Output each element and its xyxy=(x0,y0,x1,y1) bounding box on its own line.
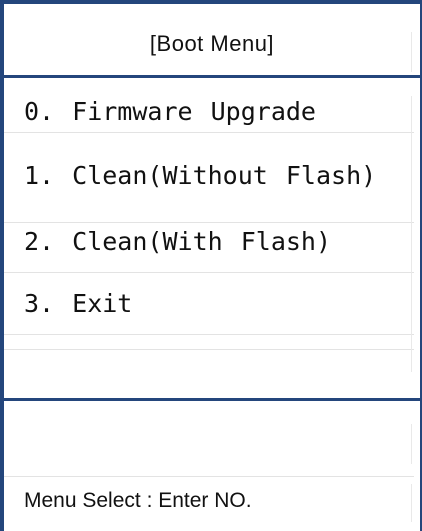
footer-row-divider xyxy=(4,476,414,477)
menu-item-clean-without-flash[interactable]: 1. Clean(Without Flash) xyxy=(24,156,376,196)
row-divider xyxy=(4,349,414,350)
column-line xyxy=(411,484,412,522)
menu-item-clean-with-flash[interactable]: 2. Clean(With Flash) xyxy=(24,222,331,262)
page-title: [Boot Menu] xyxy=(149,31,275,56)
menu-item-firmware-upgrade[interactable]: 0. Firmware Upgrade xyxy=(24,92,316,132)
column-line xyxy=(411,96,412,372)
boot-menu-screen: [Boot Menu] 0. Firmware Upgrade 1. Clean… xyxy=(0,0,422,531)
header-divider xyxy=(4,75,420,78)
column-line xyxy=(411,32,412,72)
footer-divider xyxy=(4,398,420,401)
menu-item-exit[interactable]: 3. Exit xyxy=(24,284,132,324)
row-divider xyxy=(4,272,414,273)
menu-select-prompt: Menu Select : Enter NO. xyxy=(24,489,252,512)
row-divider xyxy=(4,132,414,133)
column-line xyxy=(411,424,412,464)
row-divider xyxy=(4,334,414,335)
